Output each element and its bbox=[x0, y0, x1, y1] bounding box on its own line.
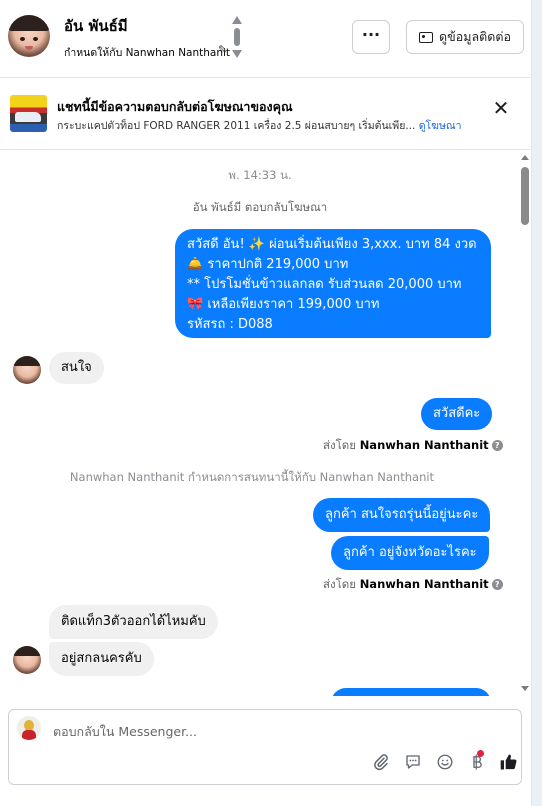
more-options-button[interactable]: ··· bbox=[352, 20, 390, 54]
outgoing-message-bubble[interactable]: สวัสดีคะ bbox=[421, 398, 493, 430]
outgoing-message-bubble-partial[interactable] bbox=[331, 688, 491, 696]
sent-by-label: ส่งโดย Nanwhan Nanthanit? bbox=[323, 437, 503, 455]
sent-by-prefix: ส่งโดย bbox=[323, 438, 357, 452]
promo-line: สวัสดี อัน! ✨ ผ่อนเริ่มต้นเพียง 3,xxx. บ… bbox=[187, 237, 477, 252]
contact-card-icon bbox=[419, 31, 434, 43]
view-ad-link[interactable]: ดูโฆษณา bbox=[419, 120, 462, 132]
chevron-down-icon[interactable] bbox=[232, 50, 242, 58]
ad-thumbnail[interactable] bbox=[10, 95, 47, 132]
message-scrollbar[interactable] bbox=[518, 152, 532, 696]
quick-reply-icon[interactable] bbox=[401, 750, 425, 774]
conversation-panel: อัน พันธ์มี กำหนดให้กับ Nanwhan Nanthani… bbox=[0, 0, 532, 806]
view-contact-button[interactable]: ดูข้อมูลติดต่อ bbox=[406, 20, 524, 54]
message-list: พ. 14:33 น. อัน พันธ์มี ตอบกลับโฆษณา สวั… bbox=[0, 151, 532, 696]
assignment-system-note: Nanwhan Nanthanit กำหนดการสนทนานี้ให้กับ… bbox=[69, 470, 435, 484]
contact-avatar-small[interactable] bbox=[13, 646, 41, 674]
close-icon[interactable]: ✕ bbox=[492, 98, 510, 118]
contact-avatar[interactable] bbox=[8, 15, 50, 57]
edit-pencil-icon[interactable]: ✎ bbox=[218, 43, 227, 56]
sent-by-label: ส่งโดย Nanwhan Nanthanit? bbox=[323, 576, 503, 594]
ad-reply-note: อัน พันธ์มี ตอบกลับโฆษณา bbox=[192, 200, 328, 214]
incoming-message-bubble[interactable]: อยู่สกลนครคับ bbox=[49, 642, 154, 676]
sent-by-name: Nanwhan Nanthanit bbox=[359, 577, 489, 591]
help-icon[interactable]: ? bbox=[491, 579, 503, 590]
paperclip-icon[interactable] bbox=[369, 750, 393, 774]
scroll-down-arrow-icon[interactable] bbox=[521, 686, 529, 691]
reply-composer[interactable]: ตอบกลับใน Messenger... bbox=[8, 709, 522, 785]
view-contact-label: ดูข้อมูลติดต่อ bbox=[439, 29, 511, 44]
emoji-icon[interactable] bbox=[433, 750, 457, 774]
outgoing-message-bubble[interactable]: ลูกค้า สนใจรถรุ่นนี้อยู่นะคะ bbox=[313, 498, 491, 532]
ad-banner-title: แชทนี้มีข้อความตอบกลับต่อโฆษณาของคุณ bbox=[57, 99, 293, 114]
notification-dot bbox=[477, 750, 484, 757]
thread-navigation-arrows[interactable] bbox=[231, 16, 243, 60]
reply-input[interactable]: ตอบกลับใน Messenger... bbox=[53, 722, 197, 742]
ad-description-text: กระบะแคปตัวท็อป FORD RANGER 2011 เครื่อง… bbox=[57, 120, 416, 132]
promo-line: รหัสรถ : D088 bbox=[187, 317, 273, 332]
scrollbar-thumb[interactable] bbox=[521, 167, 529, 225]
sent-by-name: Nanwhan Nanthanit bbox=[359, 438, 489, 452]
help-icon[interactable]: ? bbox=[491, 440, 503, 451]
message-timestamp: พ. 14:33 น. bbox=[228, 168, 292, 182]
incoming-message-bubble[interactable]: ติดแท็ก3ตัวออกได้ไหมคับ bbox=[49, 605, 218, 639]
composer-toolbar bbox=[359, 750, 519, 776]
outgoing-message-bubble[interactable]: ลูกค้า อยู่จังหวัดอะไรคะ bbox=[331, 536, 489, 570]
ad-banner-description: กระบะแคปตัวท็อป FORD RANGER 2011 เครื่อง… bbox=[57, 117, 462, 134]
promo-line: 🛎️ ราคาปกติ 219,000 บาท bbox=[187, 257, 349, 272]
thumbs-up-icon[interactable] bbox=[497, 750, 521, 774]
incoming-message-bubble[interactable]: สนใจ bbox=[49, 352, 104, 384]
page-avatar bbox=[17, 716, 41, 740]
chevron-up-icon[interactable] bbox=[232, 16, 242, 24]
contact-avatar-small[interactable] bbox=[13, 356, 41, 384]
sent-by-prefix: ส่งโดย bbox=[323, 577, 357, 591]
promo-line: ** โปรโมชั่นข้าวแลกลด รับส่วนลด 20,000 บ… bbox=[187, 277, 462, 292]
side-strip bbox=[532, 0, 542, 806]
ad-reply-banner: แชทนี้มีข้อความตอบกลับต่อโฆษณาของคุณ กระ… bbox=[0, 78, 532, 150]
assignee-label: กำหนดให้กับ Nanwhan Nanthanit bbox=[64, 47, 231, 59]
scroll-up-arrow-icon[interactable] bbox=[521, 155, 529, 160]
promo-line: 🎀 เหลือเพียงราคา 199,000 บาท bbox=[187, 297, 380, 312]
conversation-header: อัน พันธ์มี กำหนดให้กับ Nanwhan Nanthani… bbox=[0, 0, 532, 78]
promo-message-bubble[interactable]: สวัสดี อัน! ✨ ผ่อนเริ่มต้นเพียง 3,xxx. บ… bbox=[175, 229, 491, 338]
drag-handle-icon bbox=[234, 28, 240, 46]
contact-name[interactable]: อัน พันธ์มี bbox=[64, 14, 128, 38]
